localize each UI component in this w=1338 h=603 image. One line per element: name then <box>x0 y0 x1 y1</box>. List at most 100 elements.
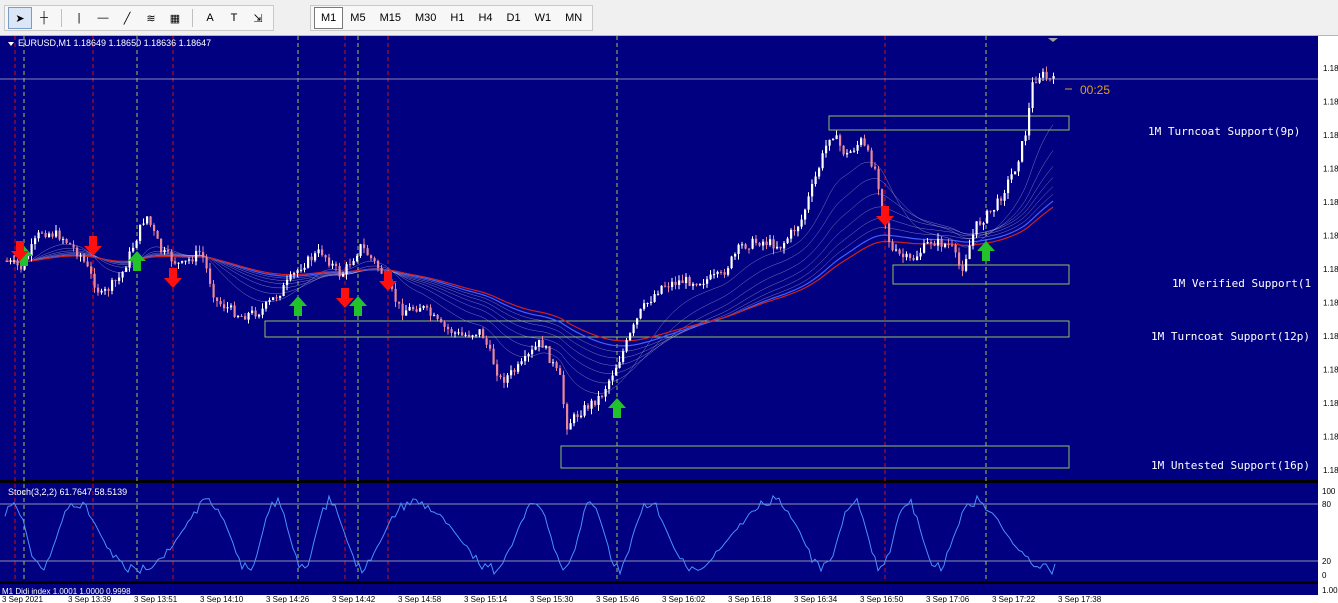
timeframe-h1-button[interactable]: H1 <box>443 7 471 29</box>
vertical-line-tool-button[interactable]: | <box>67 7 91 29</box>
cursor-tool-button[interactable]: ➤ <box>8 7 32 29</box>
candle-body <box>62 239 65 241</box>
candle-body <box>1014 171 1017 175</box>
candle-body <box>874 166 877 169</box>
candle-body <box>503 377 506 383</box>
candle-body <box>716 271 719 275</box>
channels-tool-button[interactable]: ▦ <box>163 7 187 29</box>
candle-body <box>576 414 579 418</box>
candle-body <box>468 334 471 337</box>
candle-body <box>814 176 817 184</box>
candle-body <box>328 257 331 266</box>
candle-body <box>650 301 653 303</box>
crosshair-tool-button[interactable]: ┼ <box>32 7 56 29</box>
candle-body <box>415 309 418 312</box>
candle-body <box>965 259 968 271</box>
time-axis-label: 3 Sep 16:50 <box>860 595 904 603</box>
text-tool-button[interactable]: A <box>198 7 222 29</box>
candle-body <box>552 362 555 364</box>
price-axis-label: 1.18 <box>1323 232 1338 241</box>
candle-body <box>251 310 254 314</box>
price-axis-label: 1.18 <box>1323 165 1338 174</box>
stoch-level-label: 80 <box>1322 500 1331 509</box>
crosshair-icon: ┼ <box>40 12 48 24</box>
time-axis-label: 3 Sep 13:51 <box>134 595 178 603</box>
candle-body <box>629 333 632 341</box>
main-chart-pane[interactable] <box>0 36 1318 480</box>
candle-body <box>513 370 516 372</box>
candle-body <box>1038 77 1041 83</box>
trendline-tool-button[interactable]: ╱ <box>115 7 139 29</box>
candle-body <box>699 283 702 286</box>
fibonacci-tool-button[interactable]: ≋ <box>139 7 163 29</box>
candle-body <box>90 266 93 274</box>
candle-body <box>555 362 558 369</box>
timeframe-m1-button[interactable]: M1 <box>314 7 344 29</box>
stochastic-pane[interactable] <box>0 483 1318 581</box>
channels-icon: ▦ <box>169 12 181 25</box>
candle-body <box>531 349 534 355</box>
candle-body <box>1031 82 1034 109</box>
candle-body <box>359 244 362 256</box>
candle-body <box>769 239 772 246</box>
candle-body <box>604 389 607 397</box>
candle-body <box>573 414 576 424</box>
timeframe-w1-button[interactable]: W1 <box>528 7 559 29</box>
timeframe-d1-button[interactable]: D1 <box>500 7 528 29</box>
candle-body <box>13 260 16 262</box>
candle-body <box>125 267 128 272</box>
candle-body <box>65 239 68 244</box>
candle-body <box>401 303 404 316</box>
candle-body <box>776 246 779 249</box>
candle-body <box>422 305 425 309</box>
price-axis-label: 1.18 <box>1323 131 1338 140</box>
timeframe-m15-button[interactable]: M15 <box>373 7 408 29</box>
candle-body <box>870 150 873 167</box>
candle-body <box>562 374 565 405</box>
timeframe-mn-button[interactable]: MN <box>558 7 589 29</box>
candle-body <box>485 338 488 345</box>
time-axis-label: 3 Sep 16:34 <box>794 595 838 603</box>
candle-body <box>41 232 44 234</box>
time-axis-label: 3 Sep 17:06 <box>926 595 970 603</box>
candle-body <box>335 263 338 266</box>
candle-body <box>762 241 765 246</box>
didi-index-pane[interactable] <box>0 584 1318 595</box>
candle-body <box>398 301 401 304</box>
timeframe-m5-button[interactable]: M5 <box>343 7 372 29</box>
candle-body <box>489 344 492 349</box>
sr-zone-label: 1M Turncoat Support(9p) <box>1148 125 1300 138</box>
candle-body <box>160 238 163 253</box>
candle-body <box>559 368 562 375</box>
candle-body <box>979 221 982 225</box>
toolbar-separator <box>192 9 193 27</box>
candle-body <box>265 301 268 309</box>
candle-body <box>279 296 282 298</box>
timeframe-h4-button[interactable]: H4 <box>471 7 499 29</box>
candle-body <box>363 244 366 249</box>
horizontal-line-tool-button[interactable]: — <box>91 7 115 29</box>
arrows-tool-button[interactable]: ⇲ <box>246 7 270 29</box>
candle-body <box>237 315 240 318</box>
text-label-tool-button[interactable]: T <box>222 7 246 29</box>
candle-body <box>300 269 303 271</box>
sr-zone-label: 1M Untested Support(16p) <box>1151 459 1310 472</box>
timeframe-m30-button[interactable]: M30 <box>408 7 443 29</box>
candle-body <box>205 257 208 269</box>
candle-body <box>1045 71 1048 79</box>
candle-body <box>139 224 142 241</box>
candle-body <box>216 297 219 302</box>
price-chart[interactable]: 1M Turncoat Support(9p) 1M Verified Suppo… <box>0 36 1338 603</box>
candle-body <box>16 260 19 266</box>
candle-body <box>342 274 345 277</box>
candle-body <box>370 255 373 259</box>
candle-body <box>951 244 954 246</box>
candle-body <box>195 250 198 262</box>
chart-window[interactable]: 1M Turncoat Support(9p) 1M Verified Suppo… <box>0 36 1338 603</box>
candle-body <box>853 150 856 152</box>
price-axis-label: 1.18 <box>1323 366 1338 375</box>
candle-body <box>37 232 40 239</box>
candle-body <box>695 283 698 286</box>
candle-body <box>132 247 135 252</box>
time-axis-label: 3 Sep 15:46 <box>596 595 640 603</box>
